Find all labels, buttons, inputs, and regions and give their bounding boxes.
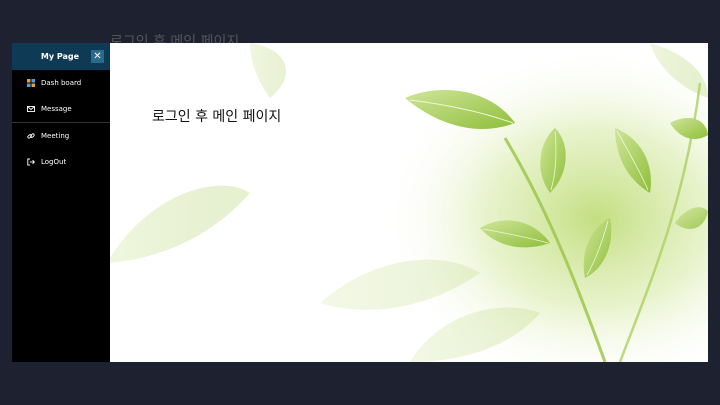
- grid-icon: [27, 79, 35, 87]
- link-icon: [27, 132, 35, 140]
- sidebar-header: My Page ✕: [12, 43, 110, 70]
- sidebar-item-label: LogOut: [41, 158, 67, 166]
- sidebar-item-label: Dash board: [41, 79, 82, 87]
- sidebar-item-label: Meeting: [41, 132, 70, 140]
- sidebar-item-meeting[interactable]: Meeting: [12, 123, 110, 149]
- sidebar-item-logout[interactable]: LogOut: [12, 149, 110, 175]
- logout-icon: [27, 158, 36, 166]
- app-frame: My Page ✕ Dash board Message Meeting Log…: [12, 43, 708, 362]
- page-title: 로그인 후 메인 페이지: [152, 109, 282, 125]
- sidebar-item-dashboard[interactable]: Dash board: [12, 70, 110, 96]
- page: 로그인 후 메인 페이지 My Page ✕ Dash board Messag…: [0, 0, 720, 405]
- close-icon: ✕: [93, 51, 102, 62]
- sidebar-item-message[interactable]: Message: [12, 96, 110, 122]
- close-button[interactable]: ✕: [91, 50, 104, 63]
- leaf-background-image: [110, 43, 708, 362]
- sidebar-title: My Page: [40, 52, 80, 61]
- main-content: 로그인 후 메인 페이지: [110, 43, 708, 362]
- envelope-icon: [27, 105, 35, 113]
- sidebar-item-label: Message: [41, 105, 72, 113]
- sidebar: My Page ✕ Dash board Message Meeting Log…: [12, 43, 110, 362]
